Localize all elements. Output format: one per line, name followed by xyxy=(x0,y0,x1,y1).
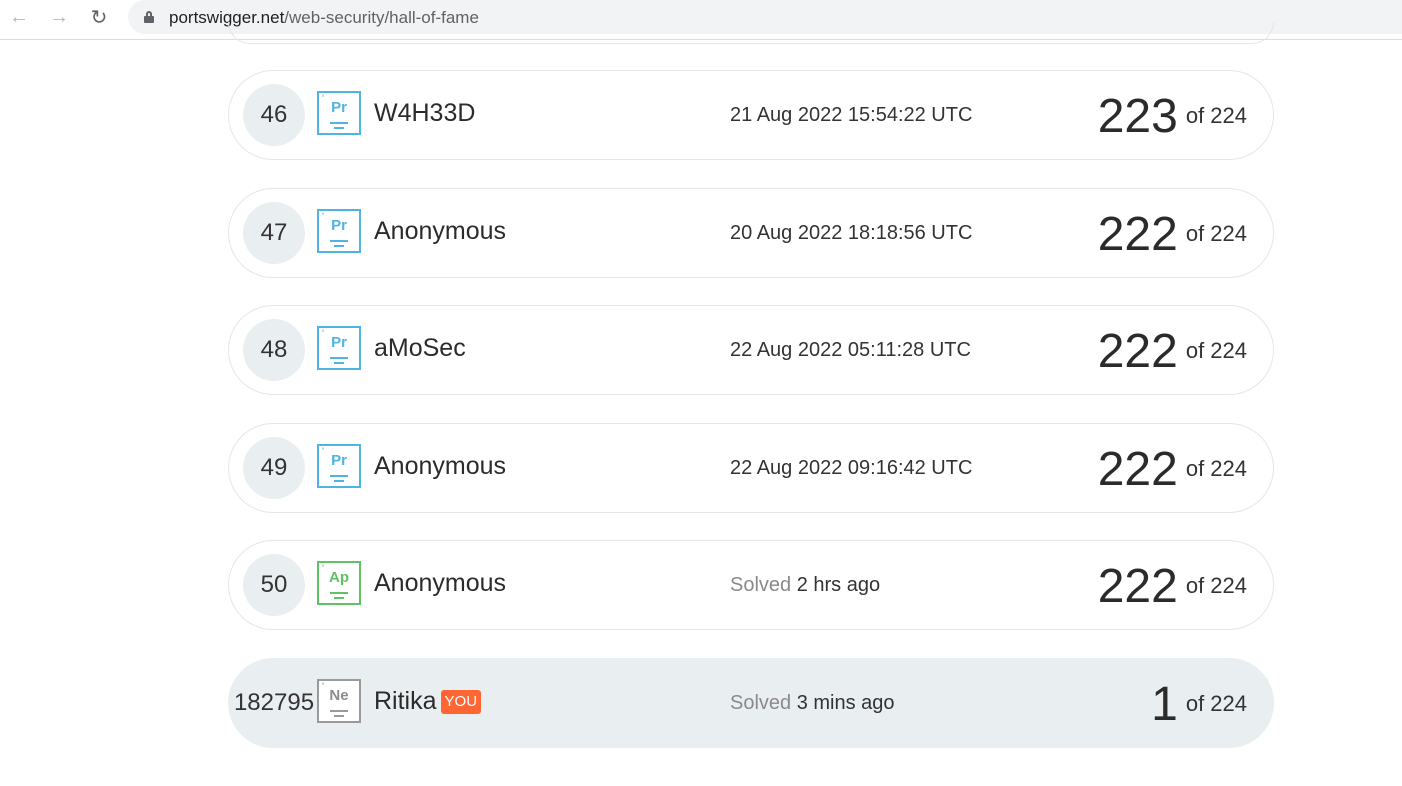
solved-ago: 3 mins ago xyxy=(796,692,895,714)
level-badge-practitioner-icon: ' Pr xyxy=(317,209,361,253)
leaderboard-row-you: 182795 ' Ne Ritika YOU Solved 3 mins ago 1… xyxy=(228,658,1274,748)
solved-time: Solved 3 mins ago xyxy=(730,692,895,715)
score-total: of 224 xyxy=(1185,456,1247,481)
score: 1 xyxy=(1151,677,1178,731)
reload-icon[interactable]: ↻ xyxy=(84,5,114,29)
score: 223 xyxy=(1097,89,1178,143)
leaderboard-row: 46 ' Pr W4H33D 21 Aug 2022 15:54:22 UTC 2… xyxy=(228,70,1274,160)
level-badge-practitioner-icon: ' Pr xyxy=(317,326,361,370)
level-badge-practitioner-icon: ' Pr xyxy=(317,444,361,488)
user-name: Ritika YOU xyxy=(374,687,482,716)
level-symbol: Ne xyxy=(329,687,349,704)
solved-ago: 2 hrs ago xyxy=(796,574,881,596)
rank-number: 46 xyxy=(243,84,305,146)
score: 222 xyxy=(1097,324,1178,378)
score-total: of 224 xyxy=(1185,103,1247,128)
level-symbol: Pr xyxy=(331,99,347,116)
leaderboard-row: 47 ' Pr Anonymous 20 Aug 2022 18:18:56 UT… xyxy=(228,188,1274,278)
level-badge-apprentice-icon: ' Ap xyxy=(317,561,361,605)
rank-number: 182795 xyxy=(233,689,315,716)
score-total: of 224 xyxy=(1185,338,1247,363)
level-symbol: Ap xyxy=(329,569,349,586)
user-name: W4H33D xyxy=(374,99,476,127)
score: 222 xyxy=(1097,207,1178,261)
leaderboard-row: 50 ' Ap Anonymous Solved 2 hrs ago 222 of … xyxy=(228,540,1274,630)
rank-number: 50 xyxy=(243,554,305,616)
completion-date: 21 Aug 2022 15:54:22 UTC xyxy=(730,104,973,126)
score-total: of 224 xyxy=(1185,691,1247,716)
leaderboard-row: 48 ' Pr aMoSec 22 Aug 2022 05:11:28 UTC 2… xyxy=(228,305,1274,395)
solved-time: Solved 2 hrs ago xyxy=(730,574,880,597)
user-name: Anonymous xyxy=(374,452,507,480)
solved-label: Solved xyxy=(730,574,792,596)
completion-date: 20 Aug 2022 18:18:56 UTC xyxy=(730,222,973,244)
leaderboard-row: 49 ' Pr Anonymous 22 Aug 2022 09:16:42 UT… xyxy=(228,423,1274,513)
level-badge-newcomer-icon: ' Ne xyxy=(317,679,361,723)
level-symbol: Pr xyxy=(331,452,347,469)
user-name: aMoSec xyxy=(374,334,466,362)
back-arrow-icon[interactable]: ← xyxy=(4,5,34,29)
level-badge-practitioner-icon: ' Pr xyxy=(317,91,361,135)
user-name: Anonymous xyxy=(374,217,507,245)
score-total: of 224 xyxy=(1185,221,1247,246)
score-total: of 224 xyxy=(1185,573,1247,598)
previous-row-edge xyxy=(228,22,1274,44)
you-badge: YOU xyxy=(440,689,482,714)
level-symbol: Pr xyxy=(331,334,347,351)
rank-number: 48 xyxy=(243,319,305,381)
rank-number: 47 xyxy=(243,202,305,264)
score: 222 xyxy=(1097,559,1178,613)
user-name-text: Ritika xyxy=(374,687,437,715)
score: 222 xyxy=(1097,442,1178,496)
lock-icon xyxy=(144,11,154,23)
forward-arrow-icon[interactable]: → xyxy=(44,5,74,29)
user-name: Anonymous xyxy=(374,569,507,597)
solved-label: Solved xyxy=(730,692,792,714)
rank-number: 49 xyxy=(243,437,305,499)
completion-date: 22 Aug 2022 09:16:42 UTC xyxy=(730,457,973,479)
completion-date: 22 Aug 2022 05:11:28 UTC xyxy=(730,339,971,361)
level-symbol: Pr xyxy=(331,217,347,234)
